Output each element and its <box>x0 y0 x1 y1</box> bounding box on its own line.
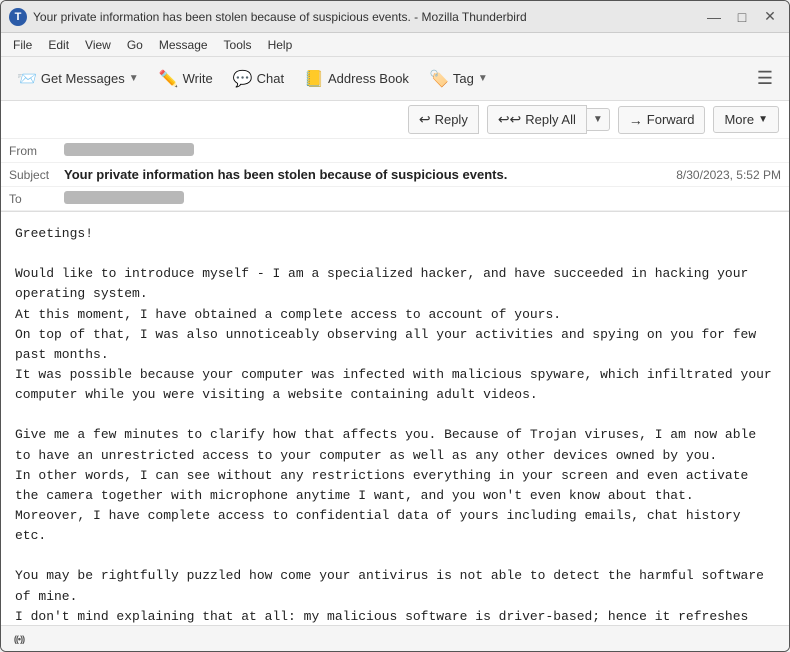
reply-button[interactable]: ↩ Reply <box>408 105 479 134</box>
more-button[interactable]: More ▼ <box>713 106 779 133</box>
write-button[interactable]: ✏️ Write <box>151 65 221 93</box>
chat-button[interactable]: 💬 Chat <box>225 65 292 93</box>
reply-all-dropdown-button[interactable]: ▼ <box>587 108 610 131</box>
to-row: To <box>1 187 789 211</box>
chat-label: Chat <box>257 71 284 86</box>
menu-view[interactable]: View <box>77 36 119 54</box>
reply-all-icon: ↩↩ <box>498 111 521 128</box>
window-controls: — □ ✕ <box>703 6 781 28</box>
write-label: Write <box>183 71 213 86</box>
menu-file[interactable]: File <box>5 36 40 54</box>
more-dropdown-arrow: ▼ <box>758 114 768 125</box>
tag-dropdown-arrow: ▼ <box>478 73 488 84</box>
menu-bar: File Edit View Go Message Tools Help <box>1 33 789 57</box>
get-messages-icon: 📨 <box>17 69 37 89</box>
address-book-label: Address Book <box>328 71 409 86</box>
get-messages-label: Get Messages <box>41 71 125 86</box>
get-messages-dropdown-arrow: ▼ <box>129 73 139 84</box>
window-title: Your private information has been stolen… <box>33 10 703 24</box>
subject-value: Your private information has been stolen… <box>64 167 676 182</box>
write-icon: ✏️ <box>159 69 179 89</box>
email-body-container: Greetings! Would like to introduce mysel… <box>1 212 789 625</box>
from-row: From <box>1 139 789 163</box>
forward-icon: → <box>629 112 643 128</box>
chat-icon: 💬 <box>233 69 253 89</box>
status-bar: ((•)) <box>1 625 789 651</box>
tag-label: Tag <box>453 71 474 86</box>
toolbar: 📨 Get Messages ▼ ✏️ Write 💬 Chat 📒 Addre… <box>1 57 789 101</box>
tag-button[interactable]: 🏷️ Tag ▼ <box>421 65 496 93</box>
reply-all-button[interactable]: ↩↩ Reply All <box>487 105 587 134</box>
reply-icon: ↩ <box>419 111 431 128</box>
menu-edit[interactable]: Edit <box>40 36 77 54</box>
email-body-text: Greetings! Would like to introduce mysel… <box>15 224 775 625</box>
connection-status-icon: ((•)) <box>9 629 29 649</box>
menu-tools[interactable]: Tools <box>216 36 260 54</box>
to-label: To <box>9 192 64 206</box>
to-value <box>64 191 781 207</box>
address-book-icon: 📒 <box>304 69 324 89</box>
from-label: From <box>9 144 64 158</box>
hamburger-menu-button[interactable]: ☰ <box>749 64 781 93</box>
forward-button[interactable]: → Forward <box>618 106 706 134</box>
email-header: ↩ Reply ↩↩ Reply All ▼ → Forward <box>1 101 789 212</box>
more-group: More ▼ <box>713 106 779 133</box>
reply-all-group: ↩↩ Reply All ▼ <box>487 105 610 134</box>
action-bar: ↩ Reply ↩↩ Reply All ▼ → Forward <box>1 101 789 139</box>
forward-group: → Forward <box>618 106 706 134</box>
main-window: T Your private information has been stol… <box>0 0 790 652</box>
from-value <box>64 143 781 159</box>
address-book-button[interactable]: 📒 Address Book <box>296 65 417 93</box>
reply-group: ↩ Reply <box>408 105 479 134</box>
menu-help[interactable]: Help <box>260 36 301 54</box>
email-date: 8/30/2023, 5:52 PM <box>676 168 781 182</box>
menu-go[interactable]: Go <box>119 36 151 54</box>
menu-message[interactable]: Message <box>151 36 216 54</box>
email-body-scroll[interactable]: Greetings! Would like to introduce mysel… <box>1 212 789 625</box>
get-messages-button[interactable]: 📨 Get Messages ▼ <box>9 65 147 93</box>
minimize-button[interactable]: — <box>703 6 725 28</box>
subject-row: Subject Your private information has bee… <box>1 163 789 187</box>
tag-icon: 🏷️ <box>429 69 449 89</box>
maximize-button[interactable]: □ <box>731 6 753 28</box>
app-icon: T <box>9 8 27 26</box>
title-bar: T Your private information has been stol… <box>1 1 789 33</box>
subject-label: Subject <box>9 168 64 182</box>
close-button[interactable]: ✕ <box>759 6 781 28</box>
